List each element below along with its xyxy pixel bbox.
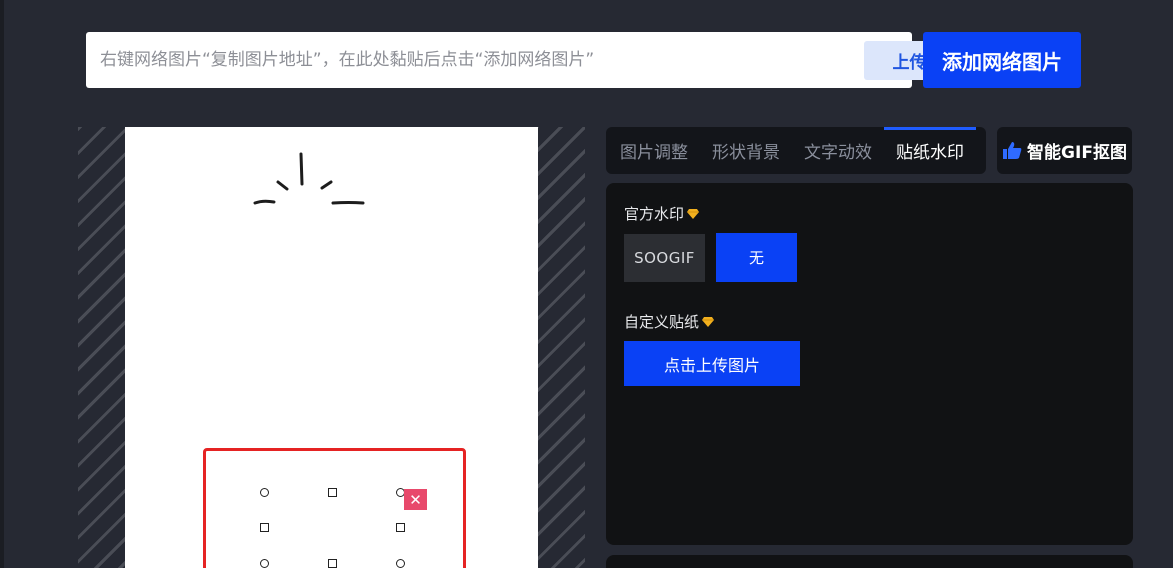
resize-handle-bottom[interactable] bbox=[328, 559, 337, 568]
tab-sticker-watermark[interactable]: 贴纸水印 bbox=[884, 127, 976, 174]
upload-sticker-button[interactable]: 点击上传图片 bbox=[624, 341, 800, 386]
watermark-option-none[interactable]: 无 bbox=[716, 233, 797, 282]
delete-sticker-button[interactable]: ✕ bbox=[404, 489, 427, 510]
tab-text-effects[interactable]: 文字动效 bbox=[792, 127, 884, 174]
smart-gif-cutout-tab[interactable]: 智能GIF抠图 bbox=[997, 127, 1132, 174]
resize-handle-top[interactable] bbox=[328, 488, 337, 497]
resize-handle-left[interactable] bbox=[260, 523, 269, 532]
add-network-image-button[interactable]: 添加网络图片 bbox=[923, 32, 1081, 88]
doodle-drawing bbox=[253, 152, 365, 205]
tab-image-adjust[interactable]: 图片调整 bbox=[608, 127, 700, 174]
custom-sticker-title: 自定义贴纸 bbox=[624, 313, 700, 331]
watermark-option-soogif[interactable]: SOOGIF bbox=[624, 234, 705, 282]
smart-gif-cutout-label: 智能GIF抠图 bbox=[1027, 143, 1127, 163]
official-watermark-heading: 官方水印 bbox=[624, 203, 700, 224]
resize-handle-bottom-right[interactable] bbox=[396, 559, 405, 568]
diamond-icon bbox=[702, 316, 715, 327]
window-edge bbox=[0, 0, 4, 568]
thumbs-up-icon bbox=[1003, 142, 1022, 159]
tab-shape-background[interactable]: 形状背景 bbox=[700, 127, 792, 174]
official-watermark-title: 官方水印 bbox=[624, 205, 685, 223]
image-url-input[interactable] bbox=[100, 42, 770, 78]
resize-handle-bottom-left[interactable] bbox=[260, 559, 269, 568]
close-icon: ✕ bbox=[409, 490, 422, 509]
resize-handle-top-left[interactable] bbox=[260, 488, 269, 497]
resize-handle-right[interactable] bbox=[396, 523, 405, 532]
url-bar: 上传素材 bbox=[86, 32, 989, 88]
secondary-panel bbox=[606, 555, 1133, 568]
custom-sticker-heading: 自定义贴纸 bbox=[624, 311, 715, 332]
editor-tabs: 图片调整 形状背景 文字动效 贴纸水印 bbox=[606, 127, 986, 174]
diamond-icon bbox=[687, 208, 700, 219]
